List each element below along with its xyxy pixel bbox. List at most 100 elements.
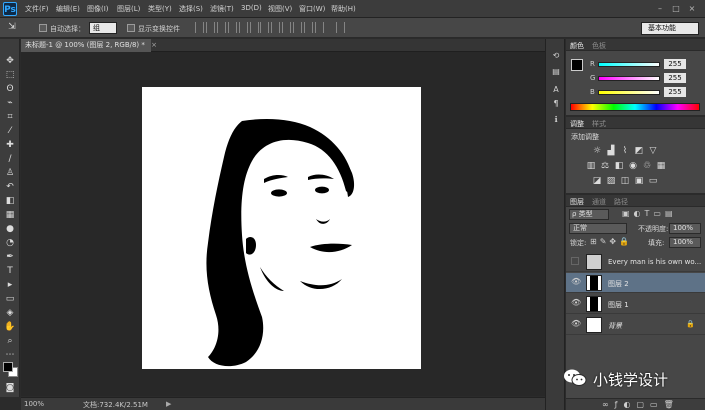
- tab-styles[interactable]: 样式: [592, 119, 606, 129]
- lock-icons[interactable]: ⊞✎✥🔒: [590, 237, 632, 246]
- clone-stamp-tool-icon[interactable]: ♙: [4, 167, 16, 179]
- marquee-tool-icon[interactable]: ⬚: [4, 69, 16, 81]
- hand-tool-icon[interactable]: ✋: [4, 321, 16, 333]
- layer-actions-icons[interactable]: ∞ƒ◐▢▭🗑: [602, 400, 680, 409]
- color-spectrum-bar[interactable]: [570, 103, 700, 111]
- align-bottom-icon[interactable]: [217, 22, 226, 33]
- layer-filter-icons[interactable]: ▣◐T▭▤: [622, 209, 677, 218]
- minimize-button[interactable]: –: [654, 3, 666, 14]
- green-value[interactable]: 255: [664, 73, 686, 83]
- align-vcenter-icon[interactable]: [206, 22, 215, 33]
- eraser-tool-icon[interactable]: ◧: [4, 195, 16, 207]
- path-select-tool-icon[interactable]: ▸: [4, 279, 16, 291]
- invert-icon[interactable]: ◪: [592, 176, 602, 186]
- type-tool-icon[interactable]: T: [4, 265, 16, 277]
- blue-value[interactable]: 255: [664, 87, 686, 97]
- brightness-icon[interactable]: ☼: [592, 146, 602, 156]
- healing-brush-tool-icon[interactable]: ✚: [4, 139, 16, 151]
- history-brush-tool-icon[interactable]: ↶: [4, 181, 16, 193]
- layer-filter-dropdown[interactable]: ρ 类型: [569, 209, 609, 220]
- eye-icon[interactable]: 👁: [571, 278, 581, 286]
- menu-view[interactable]: 视图(V): [268, 4, 292, 14]
- eye-icon[interactable]: 👁: [571, 299, 581, 307]
- show-transform-checkbox[interactable]: [127, 24, 135, 32]
- tab-paths[interactable]: 路径: [614, 197, 628, 207]
- tab-channels[interactable]: 通道: [592, 197, 606, 207]
- opacity-field[interactable]: 100%: [669, 223, 701, 234]
- red-value[interactable]: 255: [664, 59, 686, 69]
- 3d-tool-icon[interactable]: ◈: [4, 307, 16, 319]
- exposure-icon[interactable]: ◩: [634, 146, 644, 156]
- menu-file[interactable]: 文件(F): [25, 4, 49, 14]
- document-tab[interactable]: 未标题-1 @ 100% (图层 2, RGB/8) * ×: [21, 39, 157, 52]
- align-hcenter-icon[interactable]: [239, 22, 248, 33]
- eyedropper-tool-icon[interactable]: ⁄: [4, 125, 16, 137]
- blend-mode-dropdown[interactable]: 正常: [569, 223, 627, 234]
- move-tool-icon[interactable]: ✥: [4, 55, 16, 67]
- menu-select[interactable]: 选择(S): [179, 4, 203, 14]
- vibrance-icon[interactable]: ▽: [648, 146, 658, 156]
- menu-layer[interactable]: 图层(L): [117, 4, 140, 14]
- foreground-swatch[interactable]: [571, 59, 583, 71]
- layer-row[interactable]: 👁 图层 2: [566, 273, 705, 293]
- paragraph-panel-icon[interactable]: ¶: [551, 99, 561, 109]
- menu-filter[interactable]: 滤镜(T): [210, 4, 234, 14]
- auto-select-checkbox[interactable]: [39, 24, 47, 32]
- selective-color-icon[interactable]: ▣: [634, 176, 644, 186]
- distribute-left-icon[interactable]: [293, 22, 302, 33]
- history-panel-icon[interactable]: ⟲: [551, 51, 561, 61]
- tab-swatches[interactable]: 色板: [592, 41, 606, 51]
- foreground-background-colors[interactable]: [3, 362, 19, 378]
- blur-tool-icon[interactable]: ●: [4, 223, 16, 235]
- posterize-icon[interactable]: ▨: [606, 176, 616, 186]
- document-canvas[interactable]: [142, 87, 421, 369]
- layer-row[interactable]: 👁 图层 1: [566, 294, 705, 314]
- fill-field[interactable]: 100%: [669, 237, 701, 248]
- pen-tool-icon[interactable]: ✒: [4, 251, 16, 263]
- document-tab-close-icon[interactable]: ×: [151, 41, 157, 49]
- distribute-bottom-icon[interactable]: [282, 22, 291, 33]
- menu-window[interactable]: 窗口(W): [299, 4, 325, 14]
- distribute-top-icon[interactable]: [260, 22, 269, 33]
- align-top-icon[interactable]: [195, 22, 204, 33]
- distribute-hcenter-icon[interactable]: [304, 22, 313, 33]
- zoom-tool-icon[interactable]: ⌕: [4, 335, 16, 347]
- hue-saturation-icon[interactable]: ▥: [586, 161, 596, 171]
- align-right-icon[interactable]: [250, 22, 259, 33]
- layer-row[interactable]: Every man is his own wo...: [566, 252, 705, 272]
- distribute-vcenter-icon[interactable]: [271, 22, 280, 33]
- eye-icon[interactable]: 👁: [571, 320, 581, 328]
- menu-3d[interactable]: 3D(D): [241, 4, 262, 12]
- curves-icon[interactable]: ⌇: [620, 146, 630, 156]
- zoom-level[interactable]: 100%: [24, 400, 44, 408]
- crop-tool-icon[interactable]: ⌗: [4, 111, 16, 123]
- tab-layers[interactable]: 图层: [570, 197, 584, 207]
- menu-help[interactable]: 帮助(H): [331, 4, 356, 14]
- photo-filter-icon[interactable]: ◉: [628, 161, 638, 171]
- workspace-dropdown[interactable]: 基本功能: [641, 22, 699, 35]
- menu-image[interactable]: 图像(I): [87, 4, 109, 14]
- distribute-right-icon[interactable]: [315, 22, 324, 33]
- maximize-button[interactable]: □: [670, 3, 682, 14]
- lasso-tool-icon[interactable]: ʘ: [4, 83, 16, 95]
- color-balance-icon[interactable]: ⚖: [600, 161, 610, 171]
- layer-row[interactable]: 👁 背景 🔒: [566, 315, 705, 335]
- quick-select-tool-icon[interactable]: ⌁: [4, 97, 16, 109]
- edit-toolbar-icon[interactable]: ⋯: [4, 349, 16, 361]
- move-tool-preset-icon[interactable]: ⇲: [6, 21, 18, 33]
- gradient-tool-icon[interactable]: ▦: [4, 209, 16, 221]
- dodge-tool-icon[interactable]: ◔: [4, 237, 16, 249]
- tab-color[interactable]: 颜色: [570, 41, 584, 51]
- menu-edit[interactable]: 编辑(E): [56, 4, 80, 14]
- shape-tool-icon[interactable]: ▭: [4, 293, 16, 305]
- black-white-icon[interactable]: ◧: [614, 161, 624, 171]
- close-window-button[interactable]: ×: [686, 3, 698, 14]
- channel-mixer-icon[interactable]: ♲: [642, 161, 652, 171]
- foreground-color-swatch[interactable]: [3, 362, 13, 372]
- levels-icon[interactable]: ▟: [606, 146, 616, 156]
- menu-type[interactable]: 类型(Y): [148, 4, 172, 14]
- color-lookup-icon[interactable]: ▦: [656, 161, 666, 171]
- tab-adjustments[interactable]: 调整: [570, 119, 584, 129]
- actions-panel-icon[interactable]: A: [551, 85, 561, 95]
- quick-mask-icon[interactable]: ◙: [4, 382, 16, 394]
